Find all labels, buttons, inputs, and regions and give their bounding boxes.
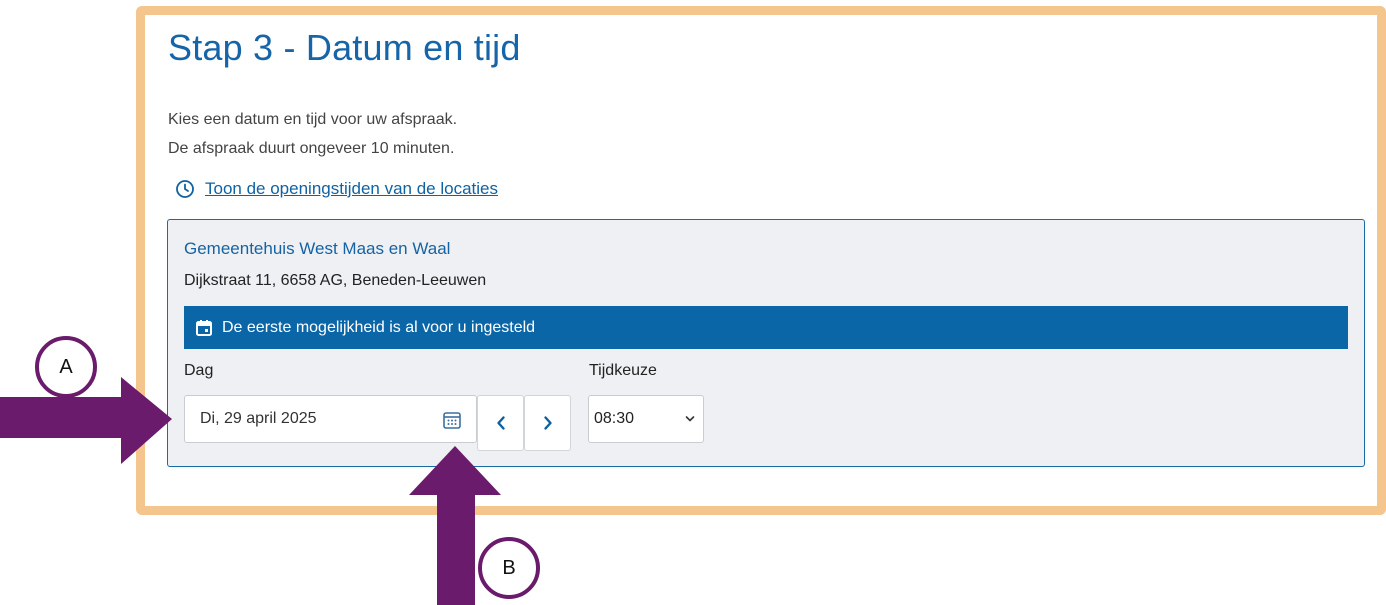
chevron-down-icon [685,416,695,422]
info-banner: De eerste mogelijkheid is al voor u inge… [184,306,1348,349]
time-value[interactable]: 08:30 [594,410,634,428]
annotation-marker-b-label: B [502,556,516,579]
calendar-grid-icon[interactable] [442,410,462,430]
time-label: Tijdkeuze [589,362,657,379]
previous-day-button[interactable] [477,395,524,451]
date-value[interactable]: Di, 29 april 2025 [200,410,317,428]
chevron-right-icon [543,416,552,430]
day-label: Dag [184,362,214,379]
opening-hours-link[interactable]: Toon de openingstijden van de locaties [175,179,498,199]
calendar-icon [196,319,212,336]
intro-text: Kies een datum en tijd voor uw afspraak. [168,111,458,128]
annotation-marker-a-label: A [59,355,73,378]
location-name: Gemeentehuis West Maas en Waal [184,239,451,258]
annotation-marker-b: B [478,537,540,599]
opening-hours-link-label[interactable]: Toon de openingstijden van de locaties [205,179,498,199]
page-title: Stap 3 - Datum en tijd [168,27,521,68]
clock-icon [176,180,194,198]
duration-text: De afspraak duurt ongeveer 10 minuten. [168,140,455,157]
next-day-button[interactable] [524,395,571,451]
info-banner-text: De eerste mogelijkheid is al voor u inge… [222,318,536,336]
chevron-left-icon [496,416,505,430]
annotation-marker-a: A [35,336,97,398]
date-input[interactable]: Di, 29 april 2025 [184,395,477,443]
time-select[interactable]: 08:30 [588,395,704,443]
location-address: Dijkstraat 11, 6658 AG, Beneden-Leeuwen [184,272,487,289]
